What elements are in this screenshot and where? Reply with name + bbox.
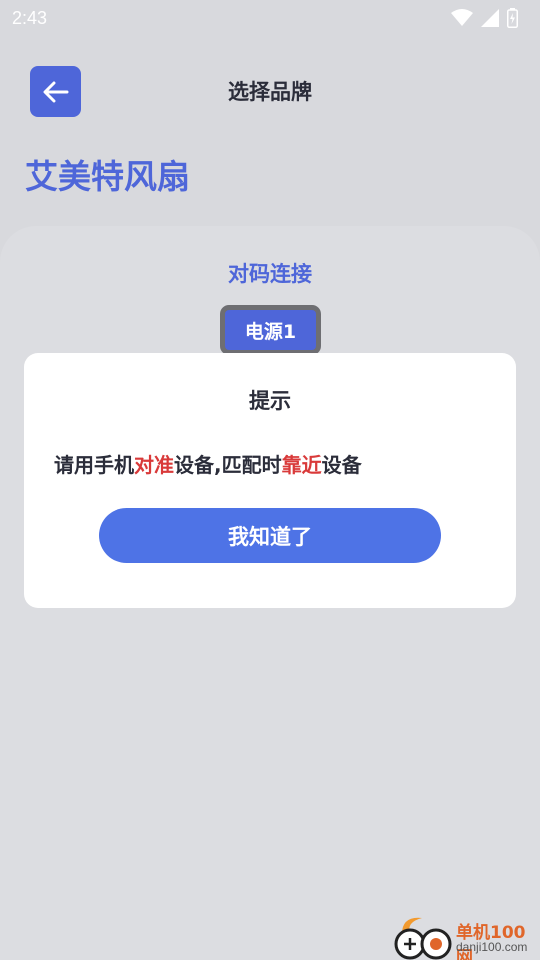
watermark-logo-icon	[394, 917, 452, 960]
dialog-message: 请用手机对准设备,匹配时靠近设备	[54, 449, 494, 478]
ok-button[interactable]: 我知道了	[99, 508, 441, 563]
brand-title: 艾美特风扇	[25, 157, 190, 196]
pairing-heading: 对码连接	[228, 262, 312, 286]
page-title: 选择品牌	[228, 80, 312, 104]
status-icons	[451, 8, 518, 28]
message-text: 设备,匹配时	[174, 453, 282, 477]
status-time: 2:43	[12, 7, 48, 28]
wifi-icon	[451, 9, 473, 26]
message-highlight: 靠近	[281, 453, 322, 477]
signal-icon	[481, 9, 499, 27]
tip-dialog: 提示 请用手机对准设备,匹配时靠近设备 我知道了	[24, 353, 516, 608]
power-button[interactable]: 电源1	[220, 305, 321, 355]
message-text: 请用手机	[54, 453, 134, 477]
message-text: 设备	[321, 453, 362, 477]
status-bar: 2:43	[0, 0, 540, 36]
dialog-title: 提示	[249, 389, 291, 413]
watermark-url: danji100.com	[456, 940, 528, 954]
message-highlight: 对准	[134, 453, 174, 477]
watermark: 单机100网 danji100.com	[392, 916, 540, 960]
battery-icon	[507, 8, 518, 28]
